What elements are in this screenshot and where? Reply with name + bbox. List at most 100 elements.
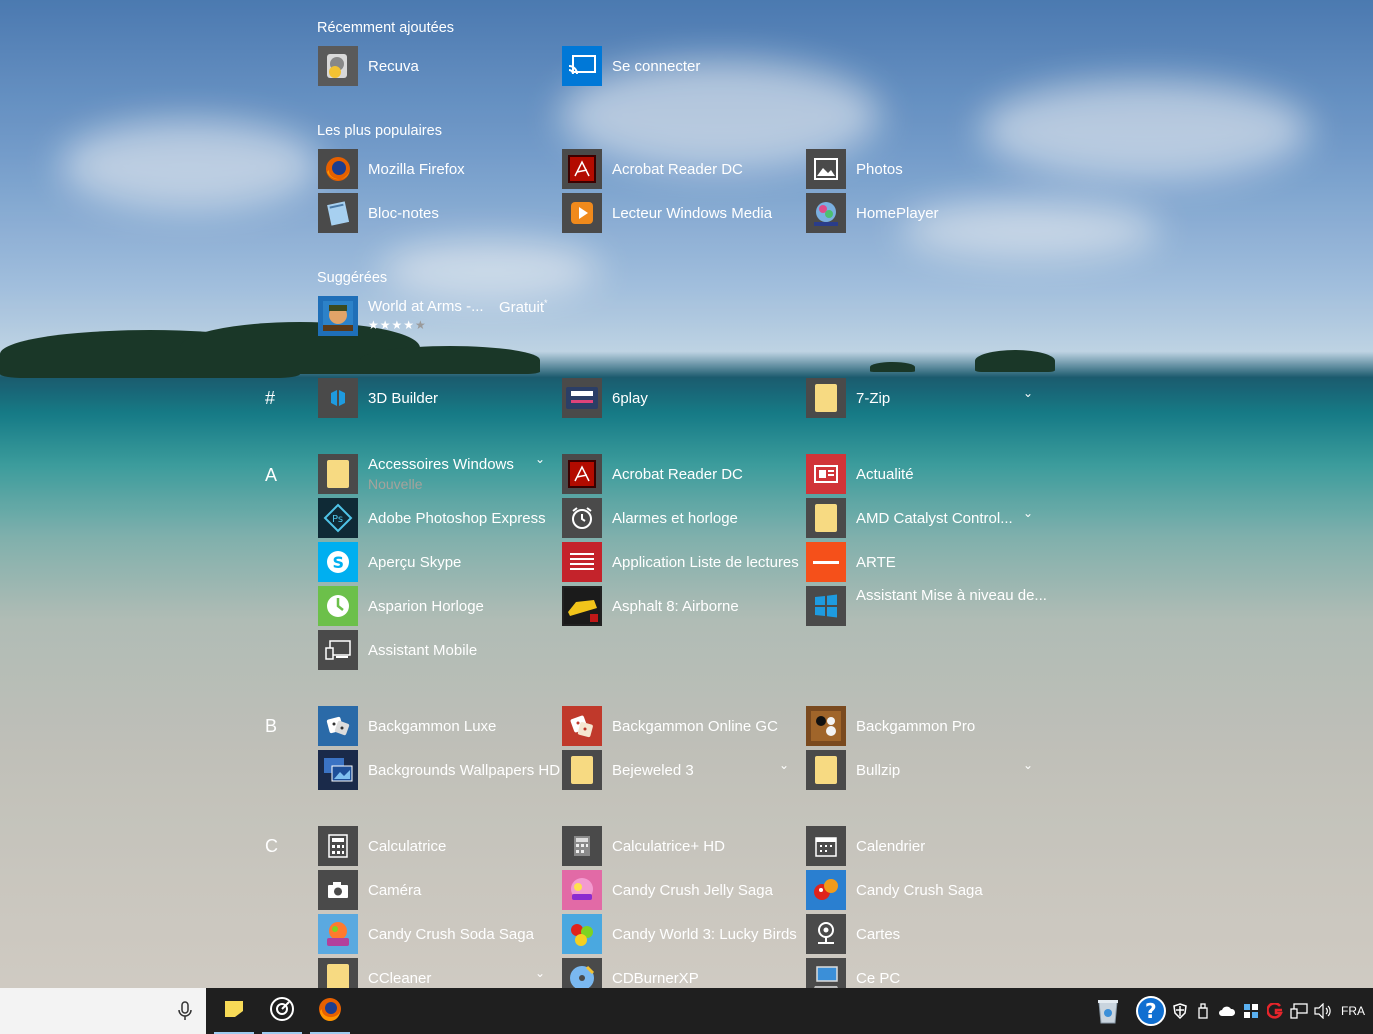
taskbar-groove-music[interactable]	[258, 988, 306, 1034]
app-mobile-assistant[interactable]: Assistant Mobile	[318, 630, 477, 670]
app-acrobat-reader-a[interactable]: Acrobat Reader DC	[562, 454, 743, 494]
expand-chevron-down-icon[interactable]: ⌄	[1023, 758, 1033, 772]
firefox-icon	[317, 996, 343, 1026]
price-label: Gratuit*	[499, 298, 548, 316]
app-label: Backgammon Luxe	[368, 717, 497, 735]
windows-logo-icon	[806, 586, 846, 626]
app-windows-media-player[interactable]: Lecteur Windows Media	[562, 193, 772, 233]
usb-icon[interactable]	[1194, 988, 1212, 1034]
app-acrobat-reader[interactable]: Acrobat Reader DC	[562, 149, 743, 189]
input-language-indicator[interactable]: FRA	[1336, 988, 1370, 1034]
app-windows-accessories[interactable]: Accessoires Windows Nouvelle	[318, 454, 558, 494]
app-world-at-arms[interactable]: World at Arms -... Gratuit* ★★★★★	[318, 296, 548, 336]
app-photoshop-express[interactable]: Ps Adobe Photoshop Express	[318, 498, 546, 538]
app-bejeweled-3[interactable]: Bejeweled 3	[562, 750, 694, 790]
asphalt-icon	[562, 586, 602, 626]
letter-header-c[interactable]: C	[265, 836, 278, 857]
3d-builder-icon	[318, 378, 358, 418]
app-asphalt-8[interactable]: Asphalt 8: Airborne	[562, 586, 739, 626]
app-label: Candy Crush Saga	[856, 881, 983, 899]
app-homeplayer[interactable]: HomePlayer	[806, 193, 939, 233]
letter-header-hash[interactable]: #	[265, 388, 275, 409]
app-label: Application Liste de lectures	[612, 553, 799, 571]
expand-chevron-down-icon[interactable]: ⌄	[779, 758, 789, 772]
network-adapter-icon[interactable]	[1240, 988, 1262, 1034]
app-label: AMD Catalyst Control...	[856, 509, 1013, 527]
app-3d-builder[interactable]: 3D Builder	[318, 378, 438, 418]
app-connect[interactable]: Se connecter	[562, 46, 700, 86]
app-label: Bloc-notes	[368, 204, 439, 222]
app-label: World at Arms -...	[368, 298, 484, 315]
app-maps[interactable]: Cartes	[806, 914, 900, 954]
sticky-notes-icon	[223, 999, 245, 1023]
app-bullzip[interactable]: Bullzip	[806, 750, 900, 790]
taskbar-sticky-notes[interactable]	[210, 988, 258, 1034]
candy-crush-jelly-icon	[562, 870, 602, 910]
app-camera[interactable]: Caméra	[318, 870, 421, 910]
onedrive-icon[interactable]	[1216, 988, 1238, 1034]
app-6play[interactable]: 6play	[562, 378, 648, 418]
app-label: CDBurnerXP	[612, 969, 699, 987]
app-alarms-clock[interactable]: Alarmes et horloge	[562, 498, 738, 538]
app-firefox[interactable]: Mozilla Firefox	[318, 149, 465, 189]
app-skype-preview[interactable]: S Aperçu Skype	[318, 542, 461, 582]
taskbar-firefox[interactable]	[306, 988, 354, 1034]
app-arte[interactable]: ARTE	[806, 542, 896, 582]
app-candy-crush-soda[interactable]: Candy Crush Soda Saga	[318, 914, 534, 954]
app-calendar[interactable]: Calendrier	[806, 826, 925, 866]
app-calculator-plus-hd[interactable]: Calculatrice+ HD	[562, 826, 725, 866]
reading-list-icon	[562, 542, 602, 582]
app-label: Lecteur Windows Media	[612, 204, 773, 222]
taskbar: ? FRA	[0, 988, 1373, 1034]
app-7zip[interactable]: 7-Zip	[806, 378, 890, 418]
app-label: Alarmes et horloge	[612, 509, 738, 527]
section-most-used: Les plus populaires	[317, 123, 442, 139]
dice-icon	[318, 706, 358, 746]
app-label: Adobe Photoshop Express	[368, 509, 546, 527]
calendar-icon	[806, 826, 846, 866]
letter-header-a[interactable]: A	[265, 465, 277, 486]
app-label: Assistant Mise à niveau de...	[856, 587, 1047, 604]
defender-icon[interactable]	[1170, 988, 1190, 1034]
folder-icon	[806, 498, 846, 538]
backgammon-board-icon	[806, 706, 846, 746]
app-upgrade-assistant[interactable]: Assistant Mise à niveau de...	[806, 586, 1047, 626]
app-calculator[interactable]: Calculatrice	[318, 826, 446, 866]
app-label: Calendrier	[856, 837, 926, 855]
app-backgrounds-wallpapers[interactable]: Backgrounds Wallpapers HD	[318, 750, 560, 790]
star-empty: ★	[415, 318, 427, 332]
expand-chevron-down-icon[interactable]: ⌄	[1023, 386, 1033, 400]
expand-chevron-down-icon[interactable]: ⌄	[535, 452, 545, 466]
app-photos[interactable]: Photos	[806, 149, 903, 189]
antivirus-icon[interactable]	[1264, 988, 1286, 1034]
help-icon[interactable]: ?	[1134, 988, 1168, 1034]
alarm-clock-icon	[562, 498, 602, 538]
app-backgammon-luxe[interactable]: Backgammon Luxe	[318, 706, 496, 746]
app-recuva[interactable]: Recuva	[318, 46, 419, 86]
app-candy-world-3[interactable]: Candy World 3: Lucky Birds	[562, 914, 797, 954]
network-icon[interactable]	[1288, 988, 1310, 1034]
app-candy-crush-jelly[interactable]: Candy Crush Jelly Saga	[562, 870, 773, 910]
expand-chevron-down-icon[interactable]: ⌄	[1023, 506, 1033, 520]
app-backgammon-online[interactable]: Backgammon Online GC	[562, 706, 778, 746]
app-backgammon-pro[interactable]: Backgammon Pro	[806, 706, 975, 746]
recycle-bin-icon[interactable]	[1092, 988, 1124, 1034]
price-text: Gratuit	[499, 299, 545, 316]
cortana-search-box[interactable]	[0, 988, 206, 1034]
expand-chevron-down-icon[interactable]: ⌄	[535, 966, 545, 980]
folder-icon	[806, 378, 846, 418]
recuva-icon	[318, 46, 358, 86]
app-candy-crush-saga[interactable]: Candy Crush Saga	[806, 870, 983, 910]
news-icon	[806, 454, 846, 494]
app-asparion-clock[interactable]: Asparion Horloge	[318, 586, 484, 626]
app-reading-list[interactable]: Application Liste de lectures	[562, 542, 799, 582]
app-news[interactable]: Actualité	[806, 454, 914, 494]
acrobat-icon	[562, 454, 602, 494]
maps-pin-icon	[806, 914, 846, 954]
microphone-icon[interactable]	[178, 1001, 192, 1025]
app-notepad[interactable]: Bloc-notes	[318, 193, 439, 233]
letter-header-b[interactable]: B	[265, 716, 277, 737]
svg-text:S: S	[333, 553, 345, 572]
volume-icon[interactable]	[1312, 988, 1334, 1034]
app-amd-catalyst[interactable]: AMD Catalyst Control...	[806, 498, 1013, 538]
